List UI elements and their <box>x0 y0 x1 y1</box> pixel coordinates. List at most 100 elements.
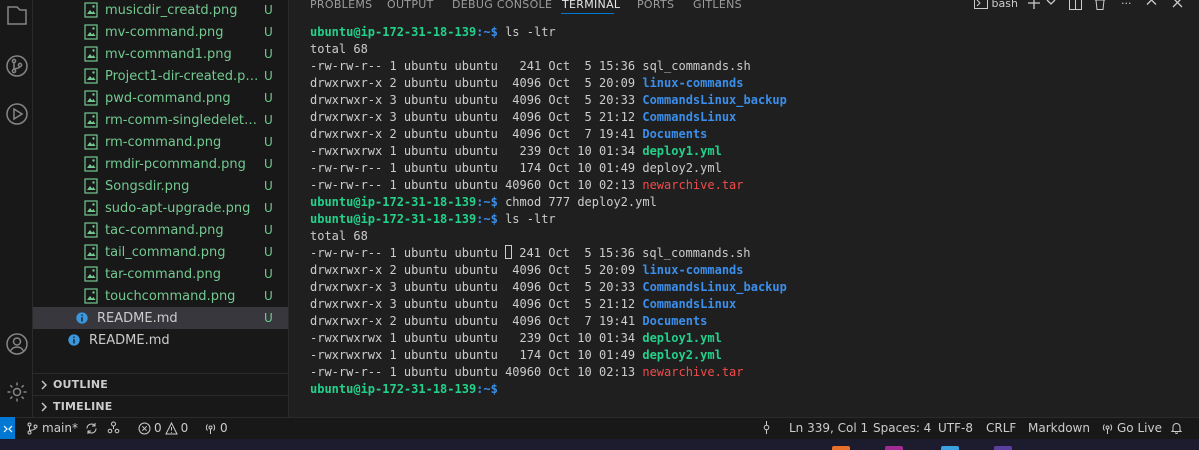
terminal-line: drwxrwxr-x 2 ubuntu ubuntu 4096 Oct 7 19… <box>310 126 787 143</box>
encoding[interactable]: UTF-8 <box>938 421 973 435</box>
gitlens-indicator[interactable] <box>107 421 120 434</box>
remote-indicator[interactable] <box>0 417 15 440</box>
tab-gitlens[interactable]: GITLENS <box>693 0 742 11</box>
listing-filename: Documents <box>642 314 708 328</box>
split-terminal-button[interactable] <box>1069 0 1082 13</box>
timeline-section-header[interactable]: TIMELINE <box>33 395 288 417</box>
listing-meta: -rw-rw-r-- 1 ubuntu ubuntu 174 Oct 10 01… <box>310 161 643 175</box>
ports-indicator[interactable]: 0 <box>204 421 228 435</box>
file-row[interactable]: rm-comm-singledeletion... U <box>33 109 288 131</box>
listing-meta: drwxrwxr-x 3 ubuntu ubuntu 4096 Oct 5 20… <box>310 93 643 107</box>
image-file-icon <box>84 222 98 238</box>
listing-filename: deploy1.yml <box>642 144 722 158</box>
branch-indicator[interactable]: main* <box>26 421 98 435</box>
tab-debug-console[interactable]: DEBUG CONSOLE <box>452 0 552 11</box>
split-icon <box>1069 0 1082 10</box>
commit-graph-indicator[interactable] <box>760 421 773 434</box>
warning-count: 0 <box>180 421 189 435</box>
file-row[interactable]: tac-command.png U <box>33 219 288 241</box>
settings-gear-icon[interactable] <box>0 376 33 408</box>
file-name: pwd-command.png <box>105 90 231 106</box>
file-row[interactable]: musicdir_creatd.png U <box>33 0 288 21</box>
listing-filename: deploy1.yml <box>642 331 722 345</box>
tab-problems[interactable]: PROBLEMS <box>310 0 372 11</box>
file-name: sudo-apt-upgrade.png <box>105 200 251 216</box>
listing-meta: drwxrwxr-x 2 ubuntu ubuntu 4096 Oct 5 20… <box>310 76 643 90</box>
terminal-shell-selector[interactable]: bash <box>974 0 1018 10</box>
outline-section-header[interactable]: OUTLINE <box>33 373 288 395</box>
line-ending[interactable]: CRLF <box>986 421 1016 435</box>
terminal-dropdown-button[interactable] <box>1046 0 1056 10</box>
listing-filename: CommandsLinux <box>642 297 737 311</box>
file-row[interactable]: mv-command1.png U <box>33 43 288 65</box>
file-row[interactable]: Songsdir.png U <box>33 175 288 197</box>
terminal-line: -rw-rw-r-- 1 ubuntu ubuntu 40960 Oct 10 … <box>310 177 787 194</box>
problems-indicator[interactable]: 0 0 <box>138 421 188 435</box>
git-status-badge: U <box>264 135 273 149</box>
listing-meta: -rwxrwxrwx 1 ubuntu ubuntu 239 Oct 10 01… <box>310 331 643 345</box>
terminal-line: drwxrwxr-x 2 ubuntu ubuntu 4096 Oct 7 19… <box>310 313 787 330</box>
taskbar-app-icon[interactable] <box>832 446 850 450</box>
close-panel-button[interactable] <box>1172 0 1183 11</box>
git-status-badge: U <box>264 267 273 281</box>
listing-meta: drwxrwxr-x 3 ubuntu ubuntu 4096 Oct 5 21… <box>310 110 643 124</box>
file-row[interactable]: sudo-apt-upgrade.png U <box>33 197 288 219</box>
taskbar-app-icon[interactable] <box>885 446 903 450</box>
file-row-readme-nested[interactable]: README.md U <box>33 307 288 329</box>
go-live-button[interactable]: Go Live <box>1101 421 1162 435</box>
run-debug-icon[interactable] <box>0 98 33 130</box>
taskbar-app-icon[interactable] <box>941 446 959 450</box>
terminal-line: ubuntu@ip-172-31-18-139:~$ chmod 777 dep… <box>310 194 787 211</box>
prompt-user: ubuntu@ip-172-31-18-139 <box>310 382 477 396</box>
more-actions-button[interactable]: ··· <box>1121 0 1132 10</box>
git-status-badge: U <box>264 157 273 171</box>
terminal-line: -rwxrwxrwx 1 ubuntu ubuntu 174 Oct 10 01… <box>310 347 787 364</box>
image-file-icon <box>84 134 98 150</box>
indentation[interactable]: Spaces: 4 <box>873 421 931 435</box>
language-mode[interactable]: Markdown <box>1028 421 1090 435</box>
image-file-icon <box>84 288 98 304</box>
file-row[interactable]: touchcommand.png U <box>33 285 288 307</box>
notifications-button[interactable] <box>1170 421 1183 434</box>
account-icon[interactable] <box>0 328 33 360</box>
prompt-command: ls -ltr <box>497 25 556 39</box>
go-live-label: Go Live <box>1117 421 1162 435</box>
terminal-line: drwxrwxr-x 3 ubuntu ubuntu 4096 Oct 5 21… <box>310 296 787 313</box>
file-row[interactable]: pwd-command.png U <box>33 87 288 109</box>
os-taskbar <box>0 439 1199 450</box>
bell-icon <box>1170 423 1183 434</box>
chevron-right-icon <box>41 380 47 389</box>
cursor-position[interactable]: Ln 339, Col 1 <box>789 421 868 435</box>
image-file-icon <box>84 112 98 128</box>
file-name: mv-command.png <box>105 24 224 40</box>
file-row-readme-root[interactable]: README.md <box>33 329 288 351</box>
kill-terminal-button[interactable] <box>1094 0 1106 13</box>
image-file-icon <box>84 178 98 194</box>
warning-icon <box>164 421 178 434</box>
source-control-icon[interactable] <box>0 50 33 82</box>
file-row[interactable]: tar-command.png U <box>33 263 288 285</box>
files-icon[interactable] <box>0 0 33 32</box>
prompt-user: ubuntu@ip-172-31-18-139 <box>310 25 477 39</box>
tab-ports[interactable]: PORTS <box>637 0 674 11</box>
file-row[interactable]: mv-command.png U <box>33 21 288 43</box>
tab-output[interactable]: OUTPUT <box>387 0 434 11</box>
file-row[interactable]: rmdir-pcommand.png U <box>33 153 288 175</box>
taskbar-app-icon[interactable] <box>994 446 1012 450</box>
terminal-output[interactable]: ubuntu@ip-172-31-18-139:~$ ls -ltr total … <box>310 24 787 398</box>
file-row[interactable]: tail_command.png U <box>33 241 288 263</box>
prompt-user: ubuntu@ip-172-31-18-139 <box>310 212 477 226</box>
git-status-badge: U <box>264 201 273 215</box>
git-status-badge: U <box>264 223 273 237</box>
terminal-line: ubuntu@ip-172-31-18-139:~$ <box>310 381 787 398</box>
error-icon <box>138 422 151 434</box>
new-terminal-button[interactable] <box>1028 0 1040 12</box>
listing-filename: newarchive.tar <box>642 365 744 379</box>
info-icon <box>68 334 80 346</box>
file-row[interactable]: rm-command.png U <box>33 131 288 153</box>
tab-terminal[interactable]: TERMINAL <box>562 0 620 11</box>
maximize-panel-button[interactable] <box>1146 0 1157 11</box>
file-name: rmdir-pcommand.png <box>105 156 246 172</box>
file-row[interactable]: Project1-dir-created.png U <box>33 65 288 87</box>
listing-filename: Documents <box>642 127 708 141</box>
